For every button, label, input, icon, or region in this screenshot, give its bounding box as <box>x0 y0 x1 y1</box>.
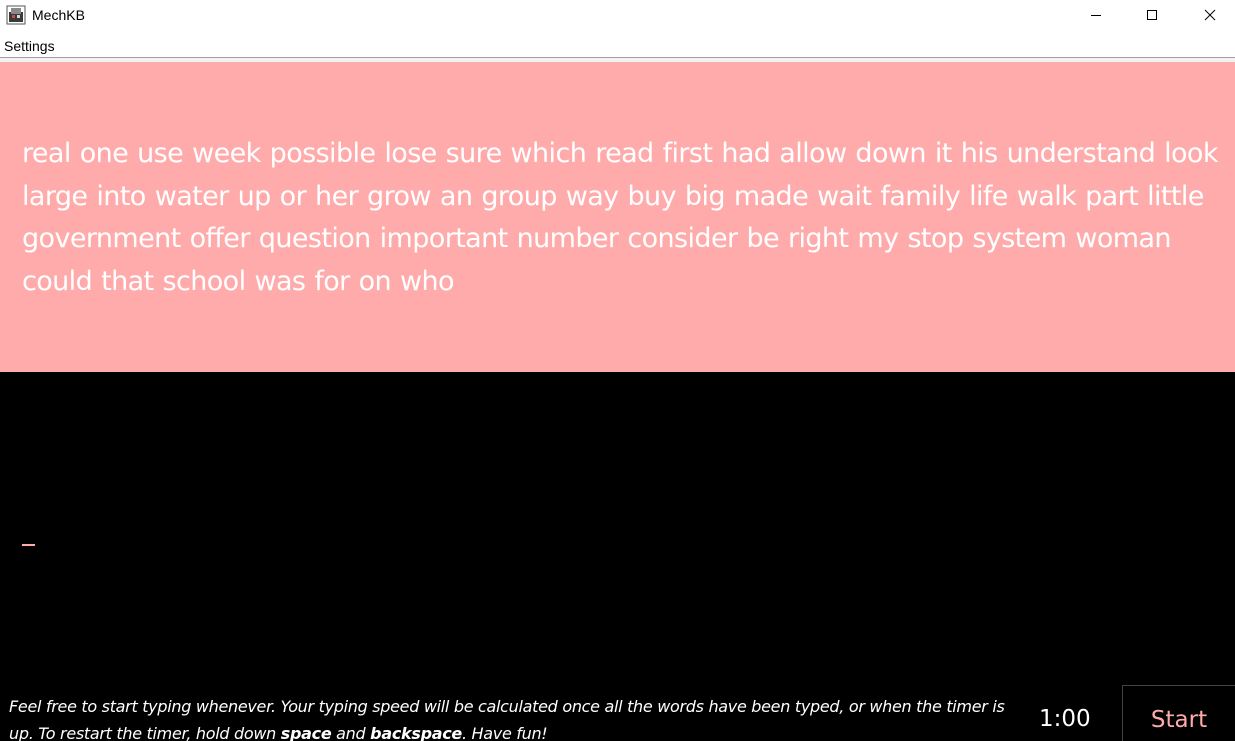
maximize-button[interactable] <box>1129 0 1175 30</box>
instructions-key-space: space <box>280 724 332 741</box>
window-title: MechKB <box>32 7 85 23</box>
start-button[interactable]: Start <box>1122 685 1235 741</box>
target-words-text: real one use week possible lose sure whi… <box>22 138 1218 297</box>
minimize-icon <box>1090 6 1102 25</box>
maximize-icon <box>1146 6 1158 25</box>
close-icon <box>1204 6 1216 25</box>
typing-input-area[interactable] <box>0 372 1235 685</box>
footer-bar: Feel free to start typing whenever. Your… <box>0 685 1235 741</box>
text-cursor <box>22 544 35 546</box>
instructions-text: Feel free to start typing whenever. Your… <box>9 693 1009 741</box>
app-logo-icon <box>6 5 26 25</box>
app-window: MechKB Settings real one use week possib… <box>0 0 1235 741</box>
menu-item-settings[interactable]: Settings <box>4 38 55 54</box>
instructions-key-backspace: backspace <box>370 724 462 741</box>
words-panel: real one use week possible lose sure whi… <box>0 62 1235 372</box>
timer-display: 1:00 <box>1039 706 1091 732</box>
instructions-and: and <box>331 724 371 741</box>
close-button[interactable] <box>1187 0 1233 30</box>
minimize-button[interactable] <box>1073 0 1119 30</box>
title-bar[interactable]: MechKB <box>0 0 1235 32</box>
menu-bar: Settings <box>0 32 1235 58</box>
instructions-part-2: . Have fun! <box>461 724 548 741</box>
